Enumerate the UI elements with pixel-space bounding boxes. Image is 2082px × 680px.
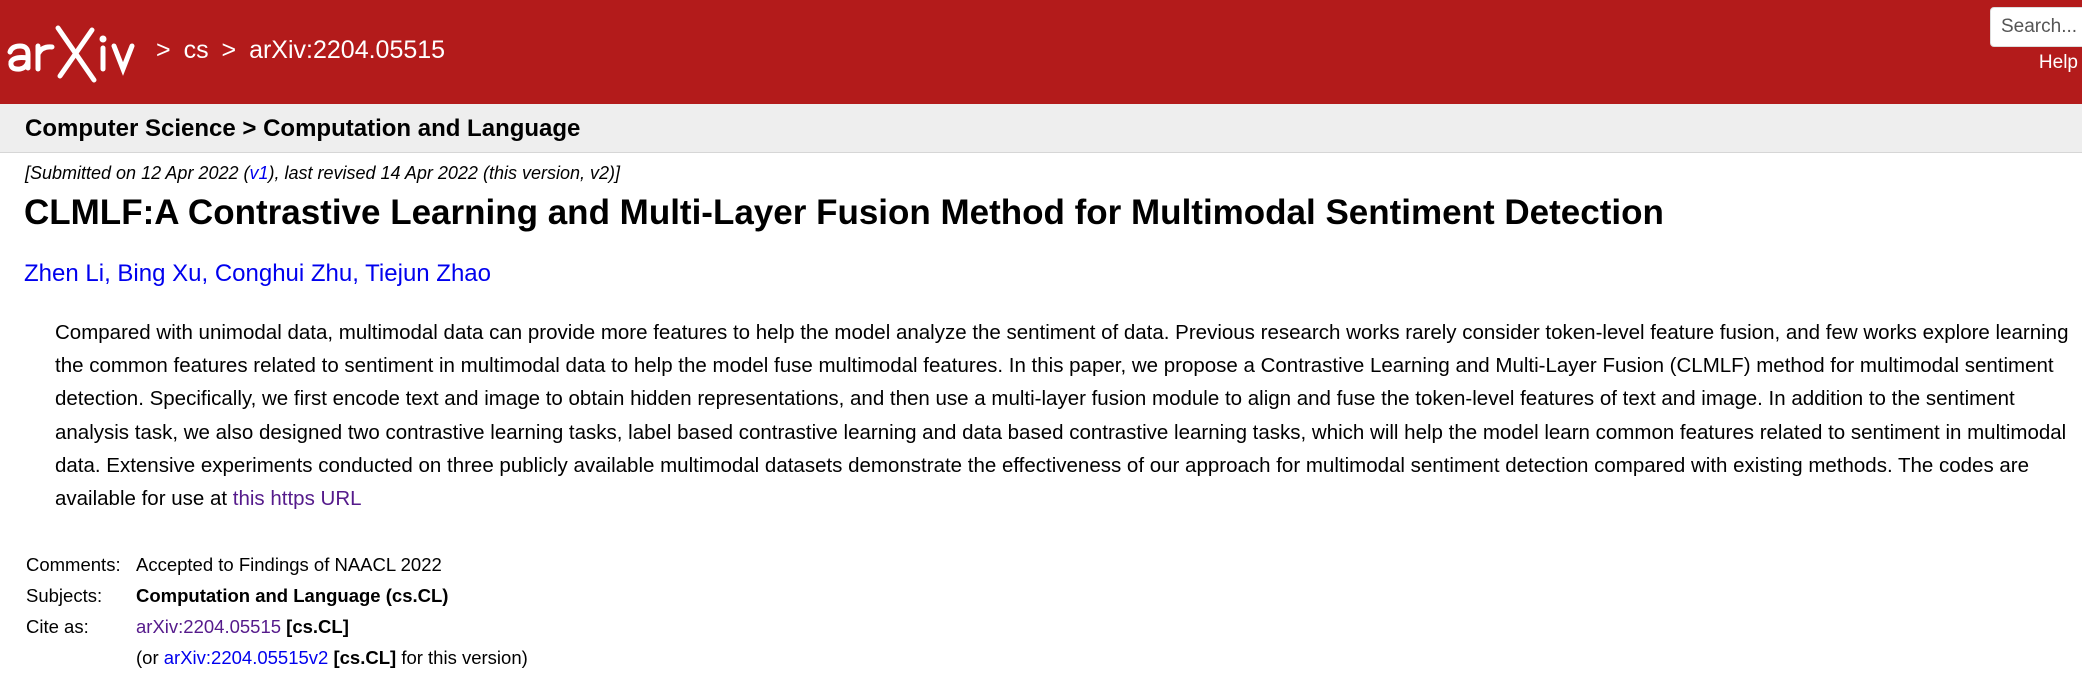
paper-title: CLMLF:A Contrastive Learning and Multi-L… bbox=[24, 193, 1664, 232]
category-bar: Computer Science > Computation and Langu… bbox=[0, 104, 2082, 153]
author-link[interactable]: Bing Xu bbox=[117, 260, 201, 287]
cite-version-value: (or arXiv:2204.05515v2 [cs.CL] for this … bbox=[136, 642, 528, 673]
metadata-row-subjects: Subjects: Computation and Language (cs.C… bbox=[26, 580, 528, 611]
abstract: Compared with unimodal data, multimodal … bbox=[55, 316, 2070, 515]
breadcrumb-paper-id: arXiv:2204.05515 bbox=[249, 36, 446, 64]
version-v1-link[interactable]: v1 bbox=[249, 163, 268, 183]
cite-value: arXiv:2204.05515 [cs.CL] bbox=[136, 611, 528, 642]
dateline-prefix: [Submitted on 12 Apr 2022 ( bbox=[25, 163, 250, 183]
breadcrumb-sep: > bbox=[156, 36, 171, 64]
search-input[interactable] bbox=[1990, 7, 2082, 47]
metadata-table: Comments: Accepted to Findings of NAACL … bbox=[26, 549, 528, 673]
arxiv-logo-icon bbox=[7, 25, 135, 83]
comments-value: Accepted to Findings of NAACL 2022 bbox=[136, 553, 442, 575]
site-header: > cs > arXiv:2204.05515 Help bbox=[0, 0, 2082, 104]
metadata-row-comments: Comments: Accepted to Findings of NAACL … bbox=[26, 549, 528, 580]
cite2-suffix: for this version) bbox=[401, 646, 528, 668]
code-url-link[interactable]: this https URL bbox=[233, 487, 362, 510]
breadcrumb-cs[interactable]: cs bbox=[184, 36, 209, 64]
author-link[interactable]: Zhen Li bbox=[24, 260, 104, 287]
cite-id-link[interactable]: arXiv:2204.05515 bbox=[136, 616, 281, 637]
author-list: Zhen Li, Bing Xu, Conghui Zhu, Tiejun Zh… bbox=[24, 260, 492, 287]
breadcrumb: > cs > arXiv:2204.05515 bbox=[156, 36, 451, 65]
cite-category: [cs.CL] bbox=[286, 615, 349, 637]
cite2-prefix: (or bbox=[136, 646, 164, 668]
breadcrumb-sep: > bbox=[221, 36, 237, 64]
category-breadcrumb: Computer Science > Computation and Langu… bbox=[25, 115, 581, 142]
cite2-category: [cs.CL] bbox=[333, 646, 397, 668]
cite-version-link[interactable]: arXiv:2204.05515v2 bbox=[164, 647, 329, 668]
abstract-text: Compared with unimodal data, multimodal … bbox=[55, 321, 2069, 511]
author-link[interactable]: Conghui Zhu bbox=[215, 260, 352, 287]
author-link[interactable]: Tiejun Zhao bbox=[365, 260, 491, 287]
metadata-row-cite: Cite as: arXiv:2204.05515 [cs.CL] bbox=[26, 611, 528, 642]
cite-label: Cite as: bbox=[26, 615, 89, 637]
submission-dateline: [Submitted on 12 Apr 2022 (v1), last rev… bbox=[25, 163, 620, 184]
dateline-suffix: ), last revised 14 Apr 2022 (this versio… bbox=[268, 163, 620, 183]
subjects-value: Computation and Language (cs.CL) bbox=[136, 584, 449, 606]
comments-label: Comments: bbox=[26, 553, 121, 575]
metadata-row-cite-version: (or arXiv:2204.05515v2 [cs.CL] for this … bbox=[26, 642, 528, 673]
help-link[interactable]: Help bbox=[2039, 52, 2078, 74]
subjects-label: Subjects: bbox=[26, 584, 103, 606]
